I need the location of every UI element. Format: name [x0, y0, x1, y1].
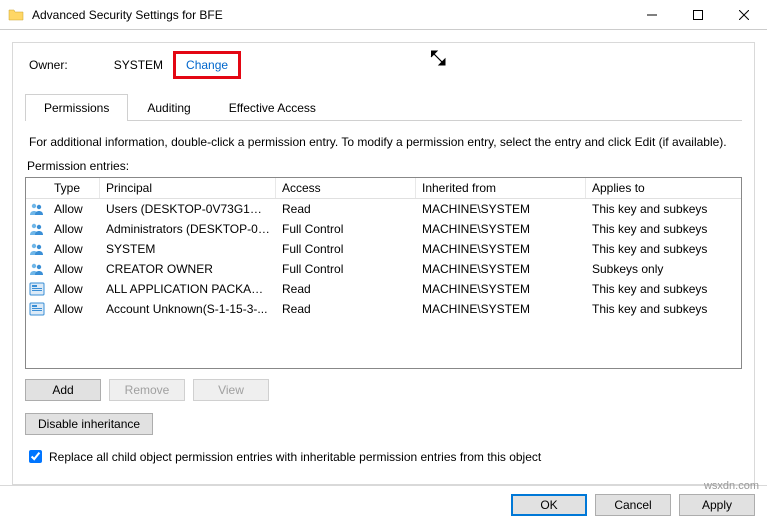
owner-value: SYSTEM	[114, 58, 163, 72]
principal-icon	[26, 240, 48, 258]
principal-icon	[26, 280, 48, 298]
cell-inherited: MACHINE\SYSTEM	[416, 280, 586, 298]
cell-applies: Subkeys only	[586, 260, 741, 278]
cell-applies: This key and subkeys	[586, 200, 741, 218]
add-button[interactable]: Add	[25, 379, 101, 401]
replace-children-checkbox[interactable]	[29, 450, 42, 463]
permissions-table: Type Principal Access Inherited from App…	[25, 177, 742, 369]
principal-icon	[26, 300, 48, 318]
table-header: Type Principal Access Inherited from App…	[26, 178, 741, 199]
dialog-footer: OK Cancel Apply	[0, 485, 767, 526]
principal-icon	[26, 220, 48, 238]
cell-access: Read	[276, 200, 416, 218]
cell-inherited: MACHINE\SYSTEM	[416, 220, 586, 238]
col-principal[interactable]: Principal	[100, 178, 276, 198]
instruction-text: For additional information, double-click…	[25, 121, 742, 159]
cell-principal: ALL APPLICATION PACKAGES	[100, 280, 276, 298]
table-row[interactable]: AllowALL APPLICATION PACKAGESReadMACHINE…	[26, 279, 741, 299]
resize-arrow-icon	[429, 49, 447, 70]
window-title: Advanced Security Settings for BFE	[32, 8, 629, 22]
cell-access: Full Control	[276, 260, 416, 278]
cell-type: Allow	[48, 220, 100, 238]
cell-principal: SYSTEM	[100, 240, 276, 258]
tab-effective-access[interactable]: Effective Access	[210, 94, 335, 121]
ok-button[interactable]: OK	[511, 494, 587, 516]
watermark: wsxdn.com	[704, 480, 759, 492]
col-type[interactable]: Type	[48, 178, 100, 198]
tab-permissions[interactable]: Permissions	[25, 94, 128, 121]
maximize-button[interactable]	[675, 0, 721, 30]
cell-type: Allow	[48, 200, 100, 218]
cell-applies: This key and subkeys	[586, 280, 741, 298]
apply-button[interactable]: Apply	[679, 494, 755, 516]
table-row[interactable]: AllowSYSTEMFull ControlMACHINE\SYSTEMThi…	[26, 239, 741, 259]
cell-inherited: MACHINE\SYSTEM	[416, 240, 586, 258]
cell-type: Allow	[48, 280, 100, 298]
cell-applies: This key and subkeys	[586, 220, 741, 238]
change-owner-link[interactable]: Change	[173, 51, 241, 79]
tab-strip: Permissions Auditing Effective Access	[25, 93, 742, 121]
remove-button: Remove	[109, 379, 185, 401]
cancel-button[interactable]: Cancel	[595, 494, 671, 516]
cell-applies: This key and subkeys	[586, 300, 741, 318]
table-row[interactable]: AllowAdministrators (DESKTOP-0V7...Full …	[26, 219, 741, 239]
title-bar: Advanced Security Settings for BFE	[0, 0, 767, 30]
principal-icon	[26, 260, 48, 278]
cell-access: Read	[276, 300, 416, 318]
principal-icon	[26, 200, 48, 218]
cell-principal: Administrators (DESKTOP-0V7...	[100, 220, 276, 238]
cell-access: Read	[276, 280, 416, 298]
cell-applies: This key and subkeys	[586, 240, 741, 258]
entries-label: Permission entries:	[25, 159, 742, 177]
replace-children-label: Replace all child object permission entr…	[49, 450, 541, 464]
col-access[interactable]: Access	[276, 178, 416, 198]
col-applies[interactable]: Applies to	[586, 178, 741, 198]
owner-label: Owner:	[29, 58, 68, 72]
cell-inherited: MACHINE\SYSTEM	[416, 300, 586, 318]
cell-access: Full Control	[276, 220, 416, 238]
folder-icon	[8, 7, 24, 23]
cell-inherited: MACHINE\SYSTEM	[416, 200, 586, 218]
table-row[interactable]: AllowUsers (DESKTOP-0V73G1M\Us...ReadMAC…	[26, 199, 741, 219]
cell-principal: CREATOR OWNER	[100, 260, 276, 278]
minimize-button[interactable]	[629, 0, 675, 30]
col-inherited[interactable]: Inherited from	[416, 178, 586, 198]
cell-type: Allow	[48, 240, 100, 258]
cell-principal: Users (DESKTOP-0V73G1M\Us...	[100, 200, 276, 218]
cell-type: Allow	[48, 260, 100, 278]
disable-inheritance-button[interactable]: Disable inheritance	[25, 413, 153, 435]
tab-auditing[interactable]: Auditing	[128, 94, 209, 121]
close-button[interactable]	[721, 0, 767, 30]
cell-type: Allow	[48, 300, 100, 318]
table-row[interactable]: AllowCREATOR OWNERFull ControlMACHINE\SY…	[26, 259, 741, 279]
cell-inherited: MACHINE\SYSTEM	[416, 260, 586, 278]
table-row[interactable]: AllowAccount Unknown(S-1-15-3-...ReadMAC…	[26, 299, 741, 319]
owner-row: Owner: SYSTEM Change	[25, 43, 742, 93]
cell-access: Full Control	[276, 240, 416, 258]
cell-principal: Account Unknown(S-1-15-3-...	[100, 300, 276, 318]
view-button: View	[193, 379, 269, 401]
